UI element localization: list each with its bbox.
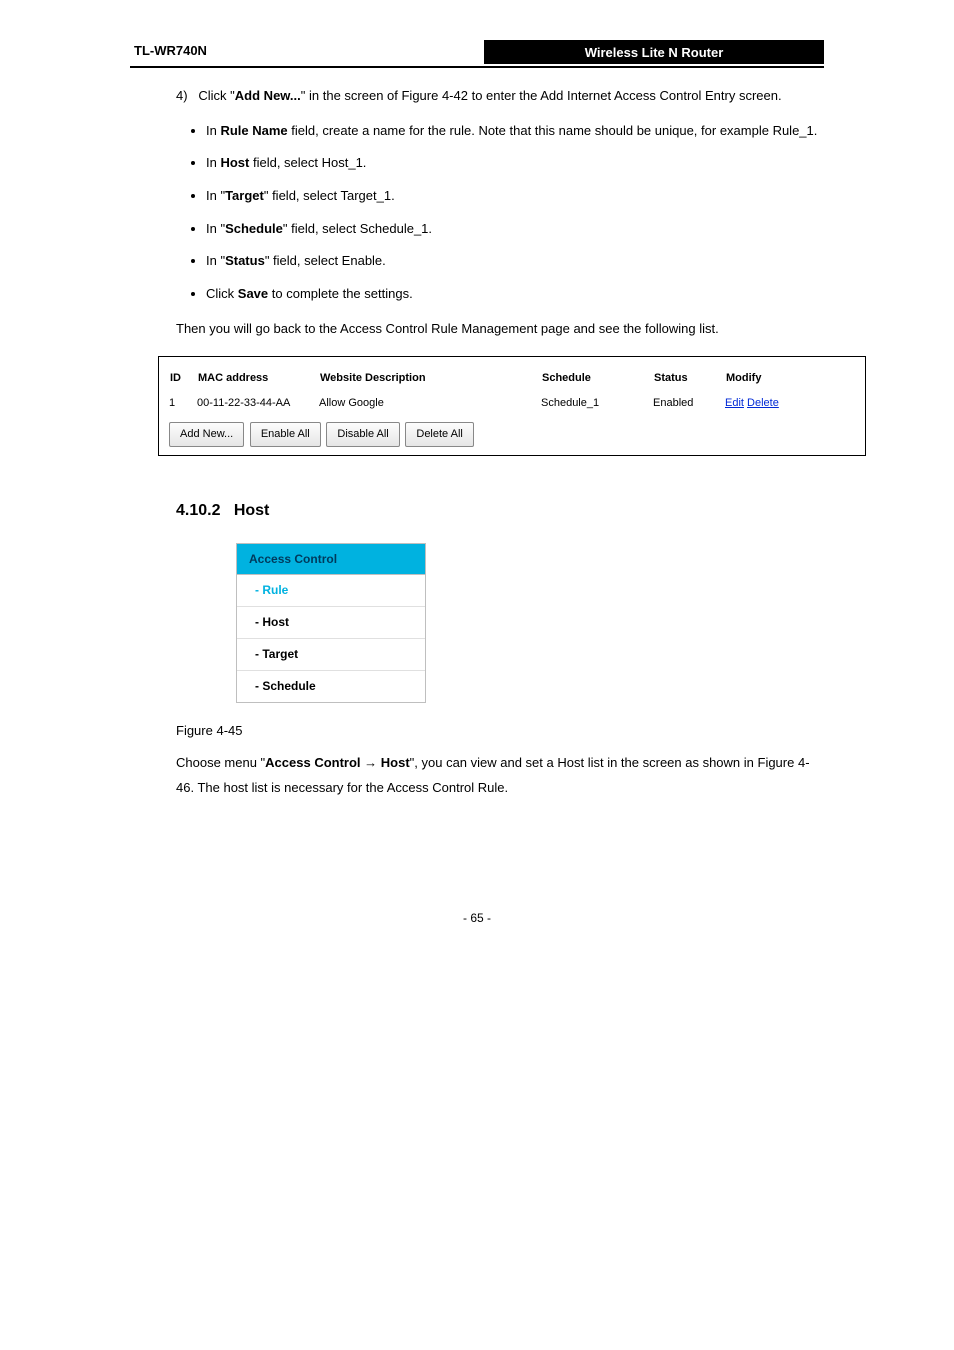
section-heading: 4.10.2 Host (176, 496, 820, 526)
th-stat: Status (653, 367, 725, 393)
th-web: Website Description (319, 367, 541, 393)
nav-item-host[interactable]: - Host (237, 607, 425, 639)
rule-table: ID MAC address Website Description Sched… (169, 367, 855, 416)
doc-label: TL-WR740N (134, 43, 207, 58)
doc-title-bar: Wireless Lite N Router (484, 40, 824, 64)
section-title: Host (234, 502, 270, 519)
nav-item-target[interactable]: - Target (237, 639, 425, 671)
bullet-target: In "Target" field, select Target_1. (206, 180, 820, 213)
nav-box: Access Control - Rule - Host - Target - … (236, 543, 426, 703)
bullet-status: In "Status" field, select Enable. (206, 245, 820, 278)
th-mod: Modify (725, 367, 855, 393)
enable-all-button[interactable]: Enable All (250, 422, 321, 447)
bullet-schedule: In "Schedule" field, select Schedule_1. (206, 213, 820, 246)
step4-bullets: In Rule Name field, create a name for th… (176, 115, 820, 311)
nav-item-rule[interactable]: - Rule (237, 575, 425, 607)
table-row: 1 00-11-22-33-44-AA Allow Google Schedul… (169, 392, 855, 415)
nav-item-schedule[interactable]: - Schedule (237, 671, 425, 702)
add-new-button[interactable]: Add New... (169, 422, 244, 447)
cell-stat: Enabled (653, 392, 725, 415)
bullet-save: Click Save to complete the settings. (206, 278, 820, 311)
arrow-icon: → (364, 755, 377, 770)
host-paragraph: Choose menu "Access Control → Host", you… (176, 751, 820, 800)
header-rule (130, 66, 824, 68)
th-id: ID (169, 367, 197, 393)
th-sch: Schedule (541, 367, 653, 393)
bullet-rule-name: In Rule Name field, create a name for th… (206, 115, 820, 148)
nav-header: Access Control (237, 544, 425, 576)
cell-web: Allow Google (319, 392, 541, 415)
section-num: 4.10.2 (176, 502, 220, 519)
delete-all-button[interactable]: Delete All (405, 422, 473, 447)
step4-intro: 4) Click "Add New..." in the screen of F… (176, 84, 820, 109)
bullet-host: In Host field, select Host_1. (206, 147, 820, 180)
cell-id: 1 (169, 392, 197, 415)
figure-caption: Figure 4-45 (176, 719, 820, 744)
disable-all-button[interactable]: Disable All (326, 422, 399, 447)
delete-link[interactable]: Delete (747, 397, 779, 409)
th-mac: MAC address (197, 367, 319, 393)
step4-then: Then you will go back to the Access Cont… (176, 317, 820, 342)
cell-mac: 00-11-22-33-44-AA (197, 392, 319, 415)
page-number: - 65 - (130, 911, 824, 925)
cell-sch: Schedule_1 (541, 392, 653, 415)
edit-link[interactable]: Edit (725, 397, 744, 409)
rule-table-box: ID MAC address Website Description Sched… (158, 356, 866, 457)
